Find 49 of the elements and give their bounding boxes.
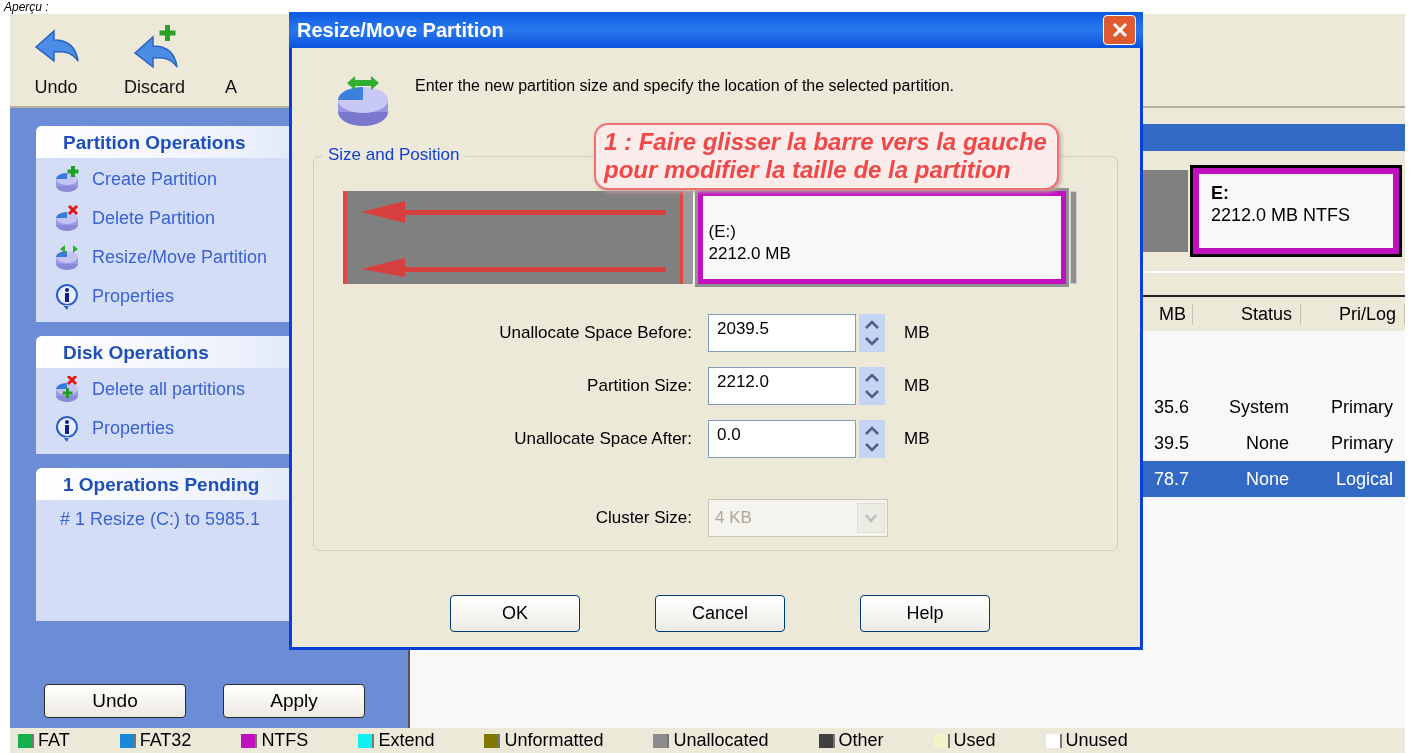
sidebar-button[interactable]: Undo — [44, 684, 186, 718]
disk-icon — [54, 376, 80, 403]
info-icon — [54, 415, 80, 442]
field-label: Unallocate Space After: — [513, 429, 692, 449]
disk-icon — [54, 166, 80, 193]
legend-label: Unformatted — [504, 730, 604, 751]
dialog-button[interactable]: Cancel — [655, 595, 785, 632]
legend-label: NTFS — [261, 730, 309, 751]
legend-label: FAT — [38, 730, 70, 751]
legend-label: Other — [838, 730, 884, 751]
legend-label: FAT32 — [139, 730, 192, 751]
caret-icon — [857, 503, 885, 533]
caption-text: Aperçu : — [4, 0, 50, 14]
resize-handle[interactable] — [1070, 191, 1077, 284]
legend-label: Unallocated — [673, 730, 769, 751]
partition-segment[interactable]: E: 2212.0 MB NTFS — [1193, 168, 1399, 254]
unit-label: MB — [904, 429, 931, 449]
number-field[interactable]: 0.0 — [708, 420, 856, 458]
legend-label: Used — [953, 730, 996, 751]
pending-operation: # 1 Resize (C:) to 5985.1 — [59, 507, 262, 531]
toolbar-button[interactable]: Discard — [124, 25, 185, 98]
close-icon — [1110, 21, 1129, 39]
dialog-button[interactable]: Help — [860, 595, 990, 632]
disk-icon — [54, 244, 80, 271]
number-field[interactable]: 2039.5 — [708, 314, 856, 352]
close-button[interactable] — [1103, 15, 1136, 45]
disk-icon — [54, 205, 80, 232]
unit-label: MB — [904, 376, 931, 396]
column-header[interactable]: Pri/Log — [1301, 303, 1405, 325]
partition-block[interactable]: (E:) 2212.0 MB — [697, 191, 1067, 284]
toolbar-button[interactable]: Undo — [28, 25, 84, 98]
legend-label: Unused — [1065, 730, 1128, 751]
field-label: Partition Size: — [586, 376, 692, 396]
callout-note: 1 : Faire glisser la barre vers la gauche pour modifier la taille de la partition — [594, 123, 1059, 190]
spinner-icon[interactable] — [859, 420, 885, 458]
dialog-description: Enter the new partition size and specify the location of the selected partition. — [415, 76, 955, 96]
spinner-icon[interactable] — [859, 367, 885, 405]
spinner-icon[interactable] — [859, 314, 885, 352]
number-field[interactable]: 2212.0 — [708, 367, 856, 405]
toolbar-button[interactable]: A — [225, 77, 238, 98]
field-label: Unallocate Space Before: — [498, 323, 692, 343]
dialog-button[interactable]: OK — [450, 595, 580, 632]
column-header[interactable]: Status — [1193, 303, 1301, 325]
unit-label: MB — [904, 323, 931, 343]
sidebar-button[interactable]: Apply — [223, 684, 365, 718]
info-icon — [54, 283, 80, 310]
dialog-title: Resize/Move Partition — [297, 18, 504, 42]
field-label: Cluster Size: — [594, 507, 692, 528]
legend-label: Extend — [378, 730, 435, 751]
